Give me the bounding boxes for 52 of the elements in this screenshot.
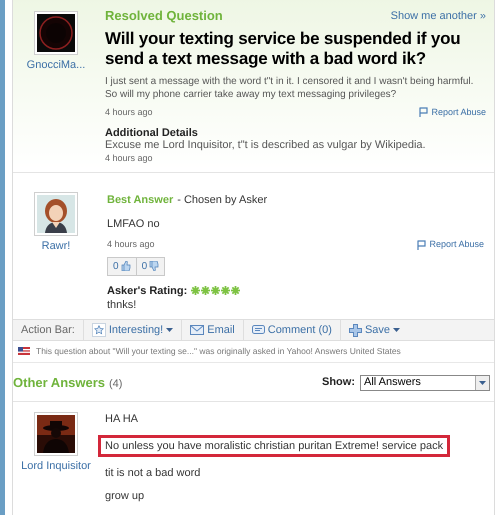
question-body: I just sent a message with the word t"t in it. I censored it and I wasn't being harmful. So will my phone carrier take away my text messaging privileges?: [105, 74, 474, 100]
caret-icon: [479, 380, 486, 384]
star-icon: [221, 286, 230, 296]
highlighted-answer-text: No unless you have moralistic christian puritan Extreme! service pack: [98, 435, 450, 458]
user-name[interactable]: Rawr!: [42, 240, 70, 253]
action-bar-label: Action Bar:: [20, 322, 76, 338]
flag-icon: [419, 107, 428, 118]
comment-icon: [252, 324, 265, 336]
mail-icon: [190, 325, 204, 335]
caret-icon: [393, 328, 400, 332]
answer-text: grow up: [105, 489, 146, 504]
user-name[interactable]: GnocciMa...: [26, 59, 86, 72]
details-heading: Additional Details: [105, 127, 199, 139]
action-button[interactable]: Interesting!: [82, 320, 182, 340]
chosen-by-text: - Chosen by Asker: [177, 193, 268, 208]
answer-text: tit is not a bad word: [105, 466, 202, 480]
answer-text: LMFAO no: [107, 216, 161, 232]
report-abuse-link[interactable]: Report Abuse: [417, 238, 484, 252]
show-another-link[interactable]: Show me another »: [390, 8, 486, 24]
star-icon: [191, 286, 200, 296]
answer-count: (4): [109, 376, 122, 392]
action-button[interactable]: Email: [181, 320, 243, 340]
thumbs-up-icon: [120, 261, 131, 271]
timestamp: 4 hours ago: [105, 106, 153, 119]
caret-icon: [166, 328, 174, 332]
other-answers-heading: Other Answers: [13, 374, 105, 392]
action-button[interactable]: Save: [340, 320, 408, 340]
timestamp: 4 hours ago: [107, 238, 155, 251]
show-label: Show:: [322, 375, 355, 390]
star-icon: [231, 286, 240, 296]
star-icon: [201, 286, 210, 296]
star-icon: [211, 286, 220, 296]
rating-label: Asker's Rating:: [107, 284, 188, 298]
thumbs-down-icon: [149, 261, 160, 271]
flag-icon: [417, 240, 426, 250]
thumbs-down-button[interactable]: 0: [136, 256, 166, 276]
best-answer-heading: Best Answer: [107, 193, 174, 208]
answer-text: HA HA: [105, 412, 140, 426]
report-abuse-link[interactable]: Report Abuse: [419, 106, 486, 119]
thumbs-up-button[interactable]: 0: [107, 256, 137, 276]
details-text: Excuse me Lord Inquisitor, t"t is described as vulgar by Wikipedia.: [105, 139, 427, 152]
plus-icon: [348, 324, 362, 336]
answer-filter-select[interactable]: All Answers: [360, 374, 490, 390]
flag-icon: [18, 347, 30, 356]
star-icon: [92, 323, 106, 337]
status-heading: Resolved Question: [105, 7, 223, 25]
rating-comment: thnks!: [107, 299, 138, 311]
user-name[interactable]: Lord Inquisitor: [21, 460, 91, 474]
origin-note: This question about "Will your texting se..." was originally asked in Yahoo! Answers United States: [36, 345, 401, 358]
action-button[interactable]: Comment (0): [242, 320, 340, 340]
timestamp: 4 hours ago: [105, 152, 154, 164]
question-title: Will your texting service be suspended if you send a text message with a bad word ik?: [105, 28, 462, 68]
